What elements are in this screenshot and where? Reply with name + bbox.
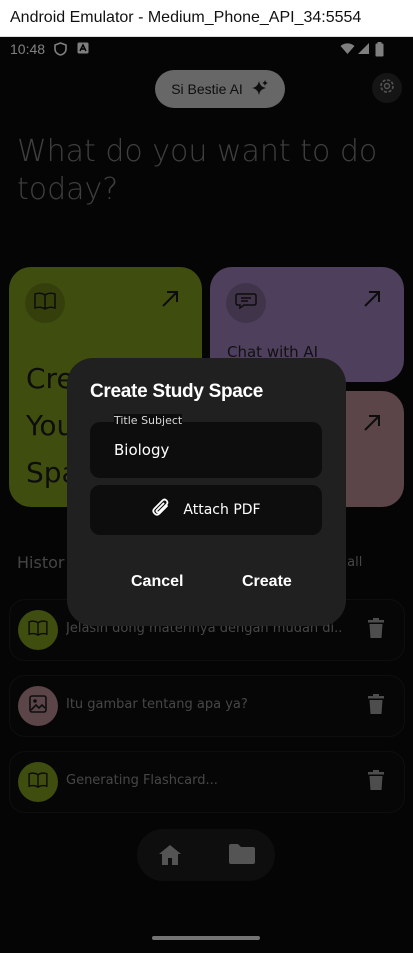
create-button[interactable]: Create: [242, 573, 292, 591]
title-subject-field[interactable]: Title Subject Biology: [90, 414, 322, 478]
emulator-window: Android Emulator - Medium_Phone_API_34:5…: [0, 0, 413, 953]
title-subject-value[interactable]: Biology: [114, 441, 169, 459]
attach-pdf-button[interactable]: Attach PDF: [90, 485, 322, 535]
window-title: Android Emulator - Medium_Phone_API_34:5…: [10, 9, 362, 26]
phone-screen: 10:48 Si Bestie AI: [0, 37, 413, 953]
paperclip-icon: [151, 497, 171, 523]
title-subject-label: Title Subject: [114, 414, 183, 427]
create-study-space-dialog: Create Study Space Title Subject Biology…: [67, 358, 346, 626]
dialog-title: Create Study Space: [90, 381, 264, 402]
window-titlebar: Android Emulator - Medium_Phone_API_34:5…: [0, 0, 413, 37]
attach-pdf-label: Attach PDF: [183, 502, 261, 518]
cancel-button[interactable]: Cancel: [131, 573, 183, 591]
